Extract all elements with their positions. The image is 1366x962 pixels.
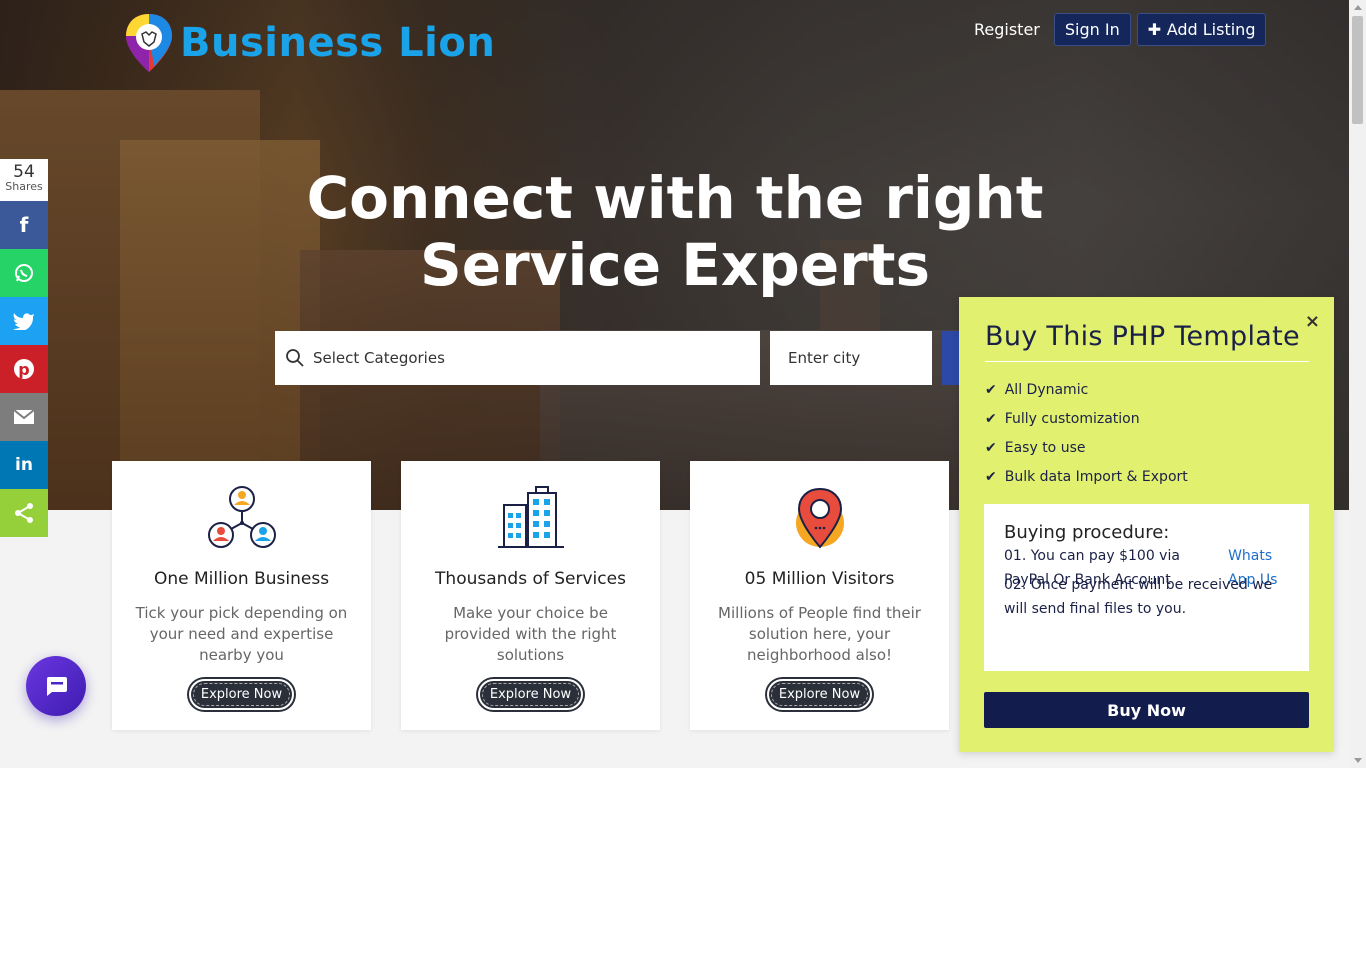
city-input[interactable]: Enter city	[770, 331, 932, 385]
hero-headline-line1: Connect with the right	[306, 164, 1044, 232]
top-nav: Register Sign In ✚ Add Listing	[966, 13, 1267, 46]
pinterest-icon: p	[14, 359, 34, 379]
share-icon	[15, 503, 33, 523]
lion-logo-icon	[124, 12, 174, 74]
feature-list: ✔ All Dynamic ✔ Fully customization ✔ Easy …	[985, 375, 1188, 491]
add-listing-label: Add Listing	[1166, 20, 1256, 39]
twitter-share-button[interactable]	[0, 297, 48, 345]
feature-label: Fully customization	[1004, 410, 1140, 427]
feature-item: ✔ All Dynamic	[985, 375, 1188, 404]
whatsapp-share-button[interactable]	[0, 249, 48, 297]
email-share-button[interactable]	[0, 393, 48, 441]
step-text: 02. Once payment will be received we wil…	[1004, 576, 1273, 617]
card-title: One Million Business	[153, 569, 330, 589]
brand-name: Business Lion	[180, 20, 496, 66]
card-description: Make your choice be provided with the ri…	[444, 604, 617, 664]
card-title: Thousands of Services	[435, 569, 626, 589]
share-count-value: 54	[13, 162, 35, 182]
category-placeholder: Select Categories	[313, 349, 445, 367]
chat-bubble-icon	[47, 677, 67, 696]
whatsapp-icon	[15, 264, 33, 282]
facebook-share-button[interactable]: f	[0, 201, 48, 249]
scroll-up-arrow-icon[interactable]	[1354, 5, 1362, 10]
feature-item: ✔ Fully customization	[985, 404, 1188, 433]
category-select[interactable]: Select Categories	[275, 331, 760, 385]
card-description: Tick your pick depending on your need an…	[135, 604, 348, 664]
register-link[interactable]: Register	[966, 14, 1048, 45]
pinterest-share-button[interactable]: p	[0, 345, 48, 393]
buy-template-popup: × Buy This PHP Template ✔ All Dynamic ✔ Fu…	[959, 297, 1334, 752]
more-share-button[interactable]	[0, 489, 48, 537]
scrollbar-thumb[interactable]	[1352, 16, 1363, 124]
feature-card-services: Thousands of Services Make your choice b…	[401, 461, 660, 730]
buildings-icon	[496, 485, 566, 551]
feature-label: Bulk data Import & Export	[1004, 468, 1188, 485]
check-icon: ✔	[985, 468, 997, 485]
feature-item: ✔ Bulk data Import & Export	[985, 462, 1188, 491]
chat-widget-button[interactable]	[26, 656, 86, 716]
page: Business Lion Register Sign In ✚ Add Lis…	[0, 0, 1349, 768]
email-icon	[13, 409, 35, 424]
hero-headline: Connect with the right Service Experts	[270, 165, 1080, 299]
svg-text:p: p	[18, 360, 29, 379]
explore-now-button[interactable]: Explore Now	[188, 679, 295, 710]
feature-label: All Dynamic	[1004, 381, 1089, 398]
explore-now-button[interactable]: Explore Now	[766, 679, 873, 710]
linkedin-share-button[interactable]: in	[0, 441, 48, 489]
plus-icon: ✚	[1147, 20, 1167, 39]
popup-title: Buy This PHP Template	[985, 321, 1300, 352]
feature-item: ✔ Easy to use	[985, 433, 1188, 462]
check-icon: ✔	[985, 381, 997, 398]
network-people-icon	[207, 485, 277, 551]
site-logo[interactable]: Business Lion	[124, 12, 495, 74]
feature-label: Easy to use	[1004, 439, 1086, 456]
buying-procedure-box: Buying procedure: 01. You can pay $100 v…	[984, 504, 1309, 671]
sign-in-button[interactable]: Sign In	[1053, 13, 1131, 46]
procedure-steps: 01. You can pay $100 via PayPal Or Bank …	[1004, 548, 1289, 617]
procedure-step: 02. Once payment will be received we wil…	[1004, 577, 1289, 617]
share-count: 54 Shares	[0, 159, 48, 201]
explore-now-button[interactable]: Explore Now	[477, 679, 584, 710]
feature-card-business: One Million Business Tick your pick depe…	[112, 461, 371, 730]
search-bar: Select Categories Enter city	[275, 331, 1022, 385]
scroll-down-arrow-icon[interactable]	[1354, 758, 1362, 763]
feature-card-visitors: 05 Million Visitors Millions of People f…	[690, 461, 949, 730]
add-listing-button[interactable]: ✚ Add Listing	[1136, 13, 1267, 46]
share-count-label: Shares	[5, 180, 43, 193]
card-title: 05 Million Visitors	[744, 569, 895, 589]
page-scrollbar[interactable]	[1349, 0, 1366, 768]
map-pin-icon	[785, 485, 855, 551]
search-icon	[286, 349, 304, 367]
procedure-title: Buying procedure:	[1004, 522, 1170, 543]
hero-headline-line2: Service Experts	[419, 231, 931, 299]
buy-now-button[interactable]: Buy Now	[984, 692, 1309, 728]
twitter-icon	[13, 313, 34, 330]
check-icon: ✔	[985, 439, 997, 456]
close-icon[interactable]: ×	[1305, 311, 1320, 332]
linkedin-icon: in	[15, 455, 33, 475]
popup-divider	[985, 361, 1309, 362]
card-description: Millions of People find their solution h…	[718, 604, 921, 664]
social-share-bar: 54 Shares f p in	[0, 159, 48, 537]
facebook-icon: f	[19, 213, 29, 237]
check-icon: ✔	[985, 410, 997, 427]
